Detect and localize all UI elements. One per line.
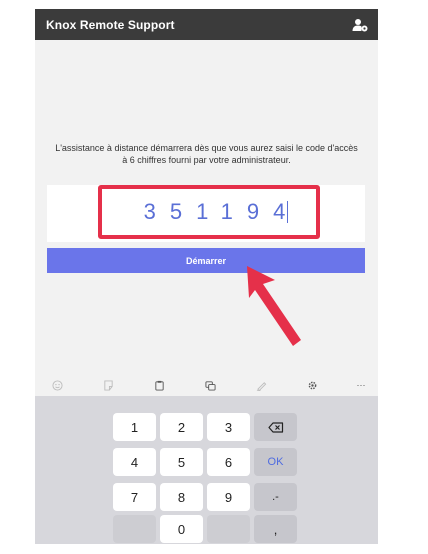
key-8[interactable]: 8 [160, 483, 203, 511]
backspace-icon [267, 421, 283, 433]
red-arrow-annotation [247, 266, 301, 346]
backspace-key[interactable] [254, 413, 297, 441]
ok-key[interactable]: OK [254, 448, 297, 476]
settings-icon[interactable] [306, 379, 318, 391]
key-0[interactable]: 0 [160, 515, 203, 543]
translate-icon[interactable] [204, 379, 216, 391]
numeric-keyboard: 1 2 3 4 5 6 OK 7 8 9 .- 0 , [35, 396, 378, 544]
keyboard-toolbar: ··· [35, 375, 378, 396]
start-button[interactable]: Démarrer [47, 248, 365, 273]
instruction-text: L'assistance à distance démarrera dès qu… [55, 143, 358, 165]
app-title: Knox Remote Support [46, 17, 175, 32]
key-5[interactable]: 5 [160, 448, 203, 476]
key-9[interactable]: 9 [207, 483, 250, 511]
text-cursor [287, 201, 289, 223]
punctuation-key[interactable]: .- [254, 483, 297, 511]
key-4[interactable]: 4 [113, 448, 156, 476]
blank-key-left [113, 515, 156, 543]
key-2[interactable]: 2 [160, 413, 203, 441]
access-code-input[interactable]: 351194 [98, 185, 320, 239]
handwriting-icon[interactable] [255, 379, 267, 391]
phone-screen: Knox Remote Support L'assistance à dista… [35, 9, 378, 544]
emoji-icon[interactable] [51, 379, 63, 391]
key-1[interactable]: 1 [113, 413, 156, 441]
key-6[interactable]: 6 [207, 448, 250, 476]
blank-key-right [207, 515, 250, 543]
account-settings-icon[interactable] [352, 18, 368, 32]
access-code-value: 351194 [143, 199, 300, 224]
key-7[interactable]: 7 [113, 483, 156, 511]
clipboard-icon[interactable] [153, 379, 165, 391]
comma-key[interactable]: , [254, 515, 297, 543]
sticker-icon[interactable] [102, 379, 114, 391]
app-bar: Knox Remote Support [35, 9, 378, 40]
key-3[interactable]: 3 [207, 413, 250, 441]
more-icon[interactable]: ··· [355, 379, 367, 391]
